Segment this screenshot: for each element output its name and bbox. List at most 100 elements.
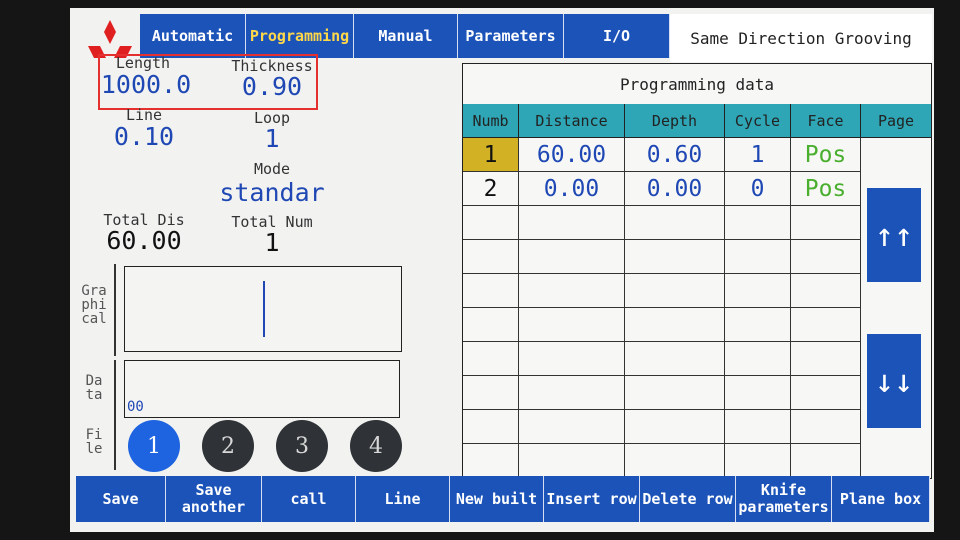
header-depth: Depth [625,104,725,138]
table-cell-empty[interactable] [463,410,519,444]
table-cell-empty[interactable] [625,240,725,274]
table-cell-empty[interactable] [519,274,625,308]
table-cell-empty[interactable] [463,342,519,376]
table-cell-empty[interactable] [791,342,861,376]
table-body: 1 60.00 0.60 1 Pos 2 0.00 0.00 0 Pos [463,138,861,478]
file-button-3[interactable]: 3 [276,420,328,472]
table-cell-empty[interactable] [725,206,791,240]
page-down-button[interactable]: ↓↓ [867,334,921,428]
table-cell-empty[interactable] [463,274,519,308]
header-page: Page [861,104,931,138]
file-button-2[interactable]: 2 [202,420,254,472]
table-row-2-numb[interactable]: 2 [463,172,519,206]
table-row-1-depth[interactable]: 0.60 [625,138,725,172]
table-cell-empty[interactable] [725,308,791,342]
thickness-value[interactable]: 0.90 [228,72,316,101]
header-face: Face [791,104,861,138]
call-button[interactable]: call [262,476,356,522]
table-cell-empty[interactable] [625,410,725,444]
table-cell-empty[interactable] [463,376,519,410]
table-cell-empty[interactable] [519,410,625,444]
table-cell-empty[interactable] [519,376,625,410]
table-cell-empty[interactable] [791,410,861,444]
table-cell-empty[interactable] [791,240,861,274]
file-button-1[interactable]: 1 [128,420,180,472]
table-cell-empty[interactable] [519,308,625,342]
table-cell-empty[interactable] [625,308,725,342]
file-label: Fi le [85,427,103,457]
insert-row-button[interactable]: Insert row [544,476,640,522]
table-title: Programming data [463,64,931,105]
table-cell-empty[interactable] [791,308,861,342]
length-value[interactable]: 1000.0 [98,70,194,99]
loop-value[interactable]: 1 [230,124,314,153]
double-arrow-down-icon: ↓↓ [874,362,914,400]
table-cell-empty[interactable] [725,444,791,478]
tab-io[interactable]: I/O [564,14,670,58]
mode-title: Same Direction Grooving [670,14,932,62]
table-cell-empty[interactable] [791,444,861,478]
data-panel: 00 [124,360,400,418]
table-row-2-depth[interactable]: 0.00 [625,172,725,206]
file-divider [114,422,116,470]
table-cell-empty[interactable] [625,444,725,478]
table-row-1-numb[interactable]: 1 [463,138,519,172]
tab-parameters[interactable]: Parameters [458,14,564,58]
table-cell-empty[interactable] [625,376,725,410]
header-cycle: Cycle [725,104,791,138]
hmi-screen: Automatic Programming Manual Parameters … [70,8,934,532]
table-row-1-cycle[interactable]: 1 [725,138,791,172]
table-cell-empty[interactable] [463,308,519,342]
table-cell-empty[interactable] [725,410,791,444]
new-built-button[interactable]: New built [450,476,544,522]
tab-manual[interactable]: Manual [354,14,458,58]
table-cell-empty[interactable] [625,206,725,240]
table-cell-empty[interactable] [791,274,861,308]
total-dis-value: 60.00 [106,226,182,255]
table-cell-empty[interactable] [725,376,791,410]
line-button[interactable]: Line [356,476,450,522]
table-cell-empty[interactable] [791,206,861,240]
table-cell-empty[interactable] [519,240,625,274]
save-another-button[interactable]: Save another [166,476,262,522]
line-value[interactable]: 0.10 [104,122,184,151]
mode-value[interactable]: standar [210,178,334,207]
table-cell-empty[interactable] [463,240,519,274]
table-row-1-face[interactable]: Pos [791,138,861,172]
file-button-4[interactable]: 4 [350,420,402,472]
knife-parameters-button[interactable]: Knife parameters [736,476,832,522]
programming-data-table: Programming data Numb Distance Depth Cyc… [462,63,932,479]
groove-marker [263,281,265,337]
table-cell-empty[interactable] [725,274,791,308]
graphical-label: Gra phi cal [81,283,107,327]
page-up-button[interactable]: ↑↑ [867,188,921,282]
table-row-2-face[interactable]: Pos [791,172,861,206]
graphical-panel [124,266,402,352]
table-row-1-distance[interactable]: 60.00 [519,138,625,172]
table-cell-empty[interactable] [791,376,861,410]
table-cell-empty[interactable] [519,444,625,478]
table-row-2-cycle[interactable]: 0 [725,172,791,206]
table-cell-empty[interactable] [625,274,725,308]
table-cell-empty[interactable] [463,444,519,478]
table-row-2-distance[interactable]: 0.00 [519,172,625,206]
mode-label: Mode [253,160,291,178]
tab-programming[interactable]: Programming [246,14,354,58]
header-distance: Distance [519,104,625,138]
tab-automatic[interactable]: Automatic [140,14,246,58]
double-arrow-up-icon: ↑↑ [874,216,914,254]
table-cell-empty[interactable] [463,206,519,240]
data-divider [114,360,116,422]
header-numb: Numb [463,104,519,138]
save-button[interactable]: Save [76,476,166,522]
table-cell-empty[interactable] [519,206,625,240]
graphical-divider [114,264,116,356]
plane-box-button[interactable]: Plane box [832,476,930,522]
data-label: Da ta [85,373,103,403]
table-cell-empty[interactable] [625,342,725,376]
delete-row-button[interactable]: Delete row [640,476,736,522]
table-cell-empty[interactable] [725,240,791,274]
table-cell-empty[interactable] [725,342,791,376]
total-num-value: 1 [264,228,280,257]
table-cell-empty[interactable] [519,342,625,376]
